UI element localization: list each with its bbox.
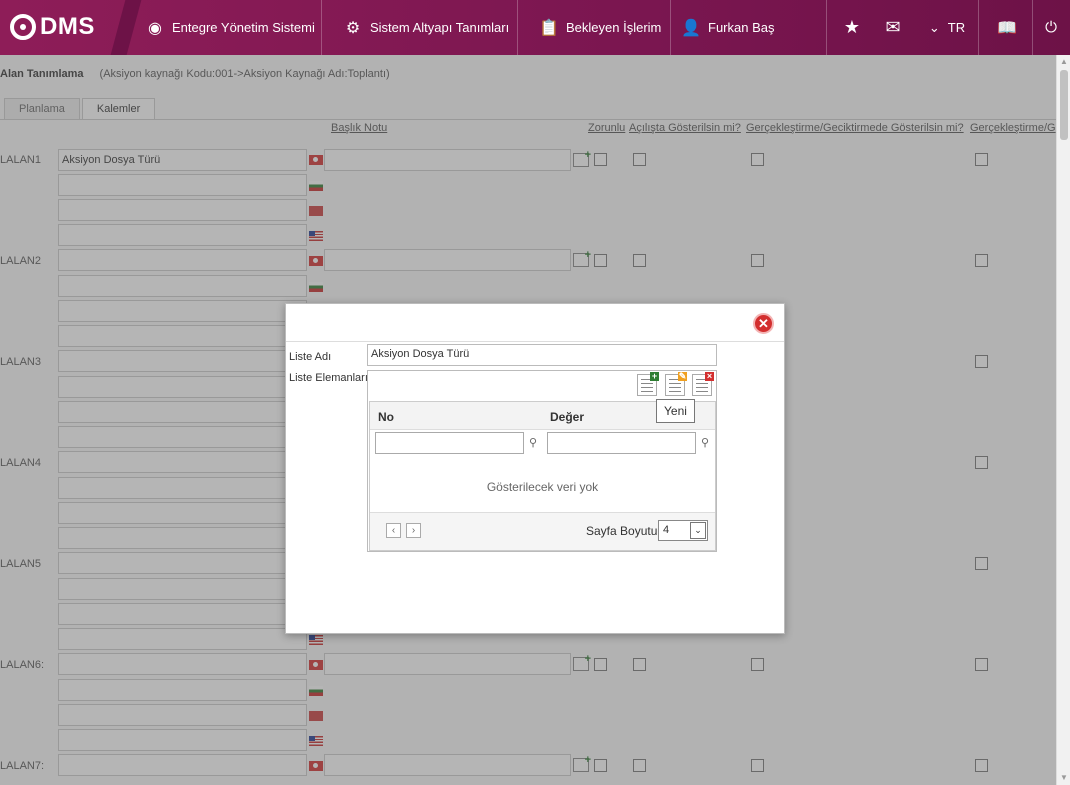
page-size-select[interactable]: 4 ⌄ (658, 520, 708, 541)
q-logo-icon (10, 14, 36, 40)
filter-key-icon[interactable]: ⚲ (701, 436, 709, 449)
nav-entegre[interactable]: ◉ Entegre Yönetim Sistemi (146, 0, 315, 55)
list-definition-dialog: ✕ Liste Adı Aksiyon Dosya Türü Liste Ele… (285, 303, 785, 634)
scroll-thumb[interactable] (1060, 70, 1068, 140)
scroll-up-icon[interactable]: ▲ (1060, 57, 1068, 66)
gear-icon: ⚙ (345, 19, 361, 37)
top-navbar: DMS ◉ Entegre Yönetim Sistemi ⚙ Sistem Alt… (0, 0, 1070, 55)
chevron-down-icon: ⌄ (928, 19, 940, 35)
col-deger[interactable]: Değer (550, 410, 584, 424)
tooltip: Yeni (656, 399, 695, 423)
page-size-label: Sayfa Boyutu: (586, 524, 661, 538)
close-icon[interactable]: ✕ (753, 313, 774, 334)
next-page-button[interactable]: › (406, 523, 421, 538)
scroll-down-icon[interactable]: ▼ (1060, 773, 1068, 782)
list-name-label: Liste Adı (289, 351, 332, 363)
filter-no-input[interactable] (375, 432, 524, 454)
mail-icon[interactable]: ✉ (880, 0, 906, 55)
add-item-icon[interactable]: + (637, 372, 659, 396)
filter-key-icon[interactable]: ⚲ (529, 436, 537, 449)
star-icon[interactable]: ★ (840, 0, 864, 55)
filter-deger-input[interactable] (547, 432, 696, 454)
list-items-label: Liste Elemanları (289, 372, 368, 384)
list-name-input[interactable]: Aksiyon Dosya Türü (367, 344, 717, 366)
col-no[interactable]: No (378, 410, 394, 424)
user-icon: 👤 (681, 19, 701, 37)
nav-bekleyen-islerim[interactable]: 📋 Bekleyen İşlerim (539, 0, 661, 55)
empty-message: Gösterilecek veri yok (486, 480, 599, 494)
prev-page-button[interactable]: ‹ (386, 523, 401, 538)
clipboard-icon: 📋 (539, 19, 559, 37)
grid-footer: ‹ › Sayfa Boyutu: 4 ⌄ (370, 512, 715, 550)
list-items-grid: No Değer ⚲ ⚲ Gösterilecek veri yok ‹ › S… (369, 401, 716, 551)
q-circle-icon: ◉ (148, 19, 162, 37)
delete-item-icon[interactable]: × (692, 372, 714, 396)
edit-item-icon[interactable]: ✎ (665, 372, 687, 396)
nav-sistem-altyapi[interactable]: ⚙ Sistem Altyapı Tanımları (344, 0, 509, 55)
page-scrollbar[interactable]: ▲ ▼ (1056, 55, 1070, 785)
book-icon[interactable]: 📖 (990, 0, 1024, 55)
chevron-down-icon: ⌄ (690, 522, 706, 539)
qdms-logo[interactable]: DMS (10, 10, 95, 44)
language-selector[interactable]: ⌄ TR (924, 0, 970, 55)
user-menu[interactable]: 👤 Furkan Baş (681, 0, 774, 55)
power-icon[interactable]: ⏻ (1038, 0, 1064, 55)
